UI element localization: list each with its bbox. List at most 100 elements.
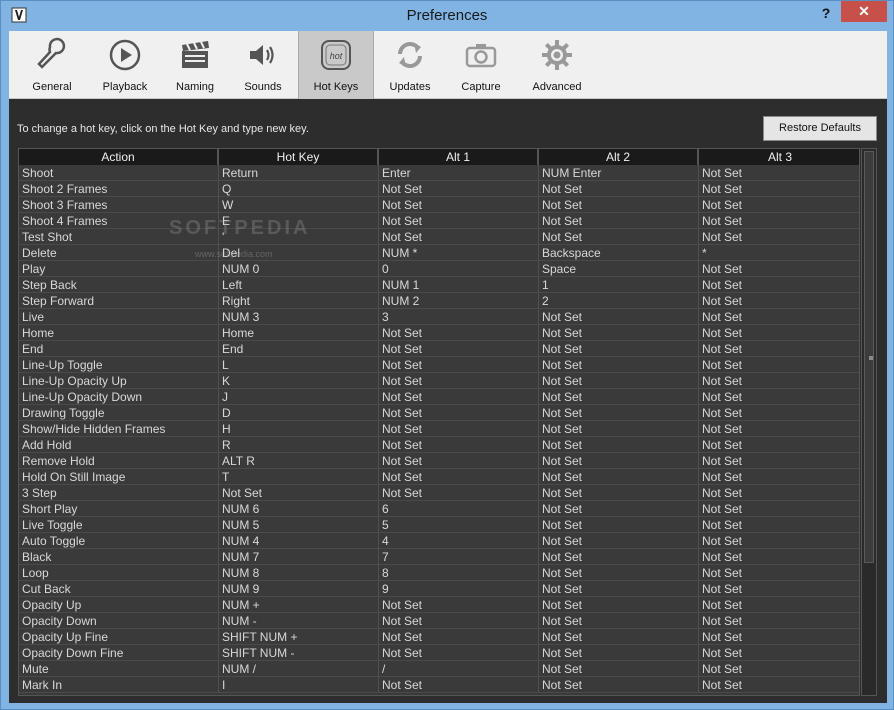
cell-alt-3[interactable]: Not Set — [699, 261, 859, 277]
cell-alt-3[interactable]: Not Set — [699, 565, 859, 581]
cell-alt-1[interactable]: Not Set — [379, 453, 539, 469]
cell-alt-2[interactable]: Not Set — [539, 341, 699, 357]
cell-alt-3[interactable]: Not Set — [699, 341, 859, 357]
cell-alt-1[interactable]: Not Set — [379, 597, 539, 613]
cell-alt-2[interactable]: NUM Enter — [539, 165, 699, 181]
cell-hot-key[interactable]: ALT R — [219, 453, 379, 469]
cell-alt-1[interactable]: NUM 2 — [379, 293, 539, 309]
column-header-alt-1[interactable]: Alt 1 — [379, 149, 539, 165]
table-row[interactable]: Opacity Down NUM - Not Set Not Set Not Set — [19, 613, 859, 629]
cell-alt-2[interactable]: Not Set — [539, 661, 699, 677]
cell-hot-key[interactable]: NUM 9 — [219, 581, 379, 597]
cell-hot-key[interactable]: Right — [219, 293, 379, 309]
cell-alt-1[interactable]: 6 — [379, 501, 539, 517]
table-row[interactable]: Add Hold R Not Set Not Set Not Set — [19, 437, 859, 453]
cell-alt-3[interactable]: Not Set — [699, 597, 859, 613]
cell-alt-1[interactable]: 8 — [379, 565, 539, 581]
cell-alt-1[interactable]: 3 — [379, 309, 539, 325]
cell-alt-2[interactable]: 1 — [539, 277, 699, 293]
table-row[interactable]: Show/Hide Hidden Frames H Not Set Not Set No… — [19, 421, 859, 437]
cell-hot-key[interactable]: SHIFT NUM - — [219, 645, 379, 661]
cell-alt-2[interactable]: Not Set — [539, 533, 699, 549]
cell-alt-2[interactable]: Not Set — [539, 421, 699, 437]
cell-alt-1[interactable]: Not Set — [379, 485, 539, 501]
cell-alt-3[interactable]: Not Set — [699, 421, 859, 437]
cell-alt-2[interactable]: Not Set — [539, 213, 699, 229]
table-row[interactable]: Step Forward Right NUM 2 2 Not Set — [19, 293, 859, 309]
cell-alt-3[interactable]: Not Set — [699, 277, 859, 293]
cell-alt-3[interactable]: Not Set — [699, 197, 859, 213]
cell-hot-key[interactable]: NUM 5 — [219, 517, 379, 533]
tab-hot-keys[interactable]: hot Hot Keys — [298, 31, 374, 99]
cell-hot-key[interactable]: T — [219, 469, 379, 485]
table-row[interactable]: Shoot 4 Frames E Not Set Not Set Not Set — [19, 213, 859, 229]
cell-alt-3[interactable]: Not Set — [699, 309, 859, 325]
cell-alt-1[interactable]: Not Set — [379, 421, 539, 437]
cell-alt-1[interactable]: Not Set — [379, 389, 539, 405]
cell-alt-1[interactable]: NUM 1 — [379, 277, 539, 293]
cell-hot-key[interactable]: H — [219, 421, 379, 437]
table-row[interactable]: Opacity Up NUM + Not Set Not Set Not Set — [19, 597, 859, 613]
table-row[interactable]: Black NUM 7 7 Not Set Not Set — [19, 549, 859, 565]
cell-alt-2[interactable]: Not Set — [539, 677, 699, 693]
cell-alt-1[interactable]: NUM * — [379, 245, 539, 261]
cell-alt-3[interactable]: Not Set — [699, 357, 859, 373]
table-row[interactable]: Short Play NUM 6 6 Not Set Not Set — [19, 501, 859, 517]
column-header-hot-key[interactable]: Hot Key — [219, 149, 379, 165]
tab-sounds[interactable]: Sounds — [235, 31, 291, 99]
cell-alt-1[interactable]: Not Set — [379, 181, 539, 197]
cell-alt-2[interactable]: Not Set — [539, 437, 699, 453]
cell-alt-2[interactable]: 2 — [539, 293, 699, 309]
cell-alt-2[interactable]: Not Set — [539, 565, 699, 581]
cell-alt-1[interactable]: Not Set — [379, 645, 539, 661]
cell-alt-2[interactable]: Not Set — [539, 645, 699, 661]
cell-alt-3[interactable]: Not Set — [699, 517, 859, 533]
tab-playback[interactable]: Playback — [95, 31, 155, 99]
cell-alt-2[interactable]: Not Set — [539, 229, 699, 245]
cell-alt-2[interactable]: Not Set — [539, 517, 699, 533]
table-row[interactable]: Auto Toggle NUM 4 4 Not Set Not Set — [19, 533, 859, 549]
cell-hot-key[interactable]: Left — [219, 277, 379, 293]
cell-alt-1[interactable]: Enter — [379, 165, 539, 181]
cell-hot-key[interactable]: D — [219, 405, 379, 421]
cell-alt-3[interactable]: Not Set — [699, 645, 859, 661]
cell-hot-key[interactable]: NUM 4 — [219, 533, 379, 549]
cell-alt-2[interactable]: Not Set — [539, 613, 699, 629]
table-row[interactable]: Live NUM 3 3 Not Set Not Set — [19, 309, 859, 325]
table-row[interactable]: Hold On Still Image T Not Set Not Set Not Se… — [19, 469, 859, 485]
cell-alt-2[interactable]: Space — [539, 261, 699, 277]
table-row[interactable]: Remove Hold ALT R Not Set Not Set Not Set — [19, 453, 859, 469]
cell-alt-2[interactable]: Not Set — [539, 581, 699, 597]
table-row[interactable]: Shoot Return Enter NUM Enter Not Set — [19, 165, 859, 181]
table-row[interactable]: Shoot 3 Frames W Not Set Not Set Not Set — [19, 197, 859, 213]
cell-alt-1[interactable]: Not Set — [379, 629, 539, 645]
scrollbar-thumb[interactable] — [864, 151, 874, 563]
close-button[interactable]: ✕ — [841, 1, 887, 22]
cell-alt-2[interactable]: Not Set — [539, 181, 699, 197]
table-row[interactable]: Delete Del NUM * Backspace * — [19, 245, 859, 261]
cell-alt-2[interactable]: Not Set — [539, 357, 699, 373]
cell-alt-2[interactable]: Not Set — [539, 309, 699, 325]
cell-alt-1[interactable]: Not Set — [379, 373, 539, 389]
cell-hot-key[interactable]: Not Set — [219, 485, 379, 501]
cell-alt-2[interactable]: Not Set — [539, 405, 699, 421]
cell-alt-3[interactable]: Not Set — [699, 181, 859, 197]
help-button[interactable]: ? — [813, 3, 839, 25]
cell-hot-key[interactable]: Return — [219, 165, 379, 181]
cell-alt-3[interactable]: Not Set — [699, 629, 859, 645]
cell-alt-2[interactable]: Not Set — [539, 501, 699, 517]
vertical-scrollbar[interactable] — [861, 148, 877, 696]
table-row[interactable]: 3 Step Not Set Not Set Not Set Not Set — [19, 485, 859, 501]
cell-hot-key[interactable]: R — [219, 437, 379, 453]
cell-alt-1[interactable]: Not Set — [379, 613, 539, 629]
tab-naming[interactable]: Naming — [167, 31, 223, 99]
cell-hot-key[interactable]: NUM 8 — [219, 565, 379, 581]
table-row[interactable]: Play NUM 0 0 Space Not Set — [19, 261, 859, 277]
cell-alt-1[interactable]: Not Set — [379, 213, 539, 229]
cell-hot-key[interactable]: NUM 6 — [219, 501, 379, 517]
cell-alt-1[interactable]: Not Set — [379, 325, 539, 341]
table-row[interactable]: Opacity Down Fine SHIFT NUM - Not Set Not S… — [19, 645, 859, 661]
cell-hot-key[interactable]: K — [219, 373, 379, 389]
cell-alt-3[interactable]: Not Set — [699, 373, 859, 389]
cell-alt-3[interactable]: Not Set — [699, 325, 859, 341]
